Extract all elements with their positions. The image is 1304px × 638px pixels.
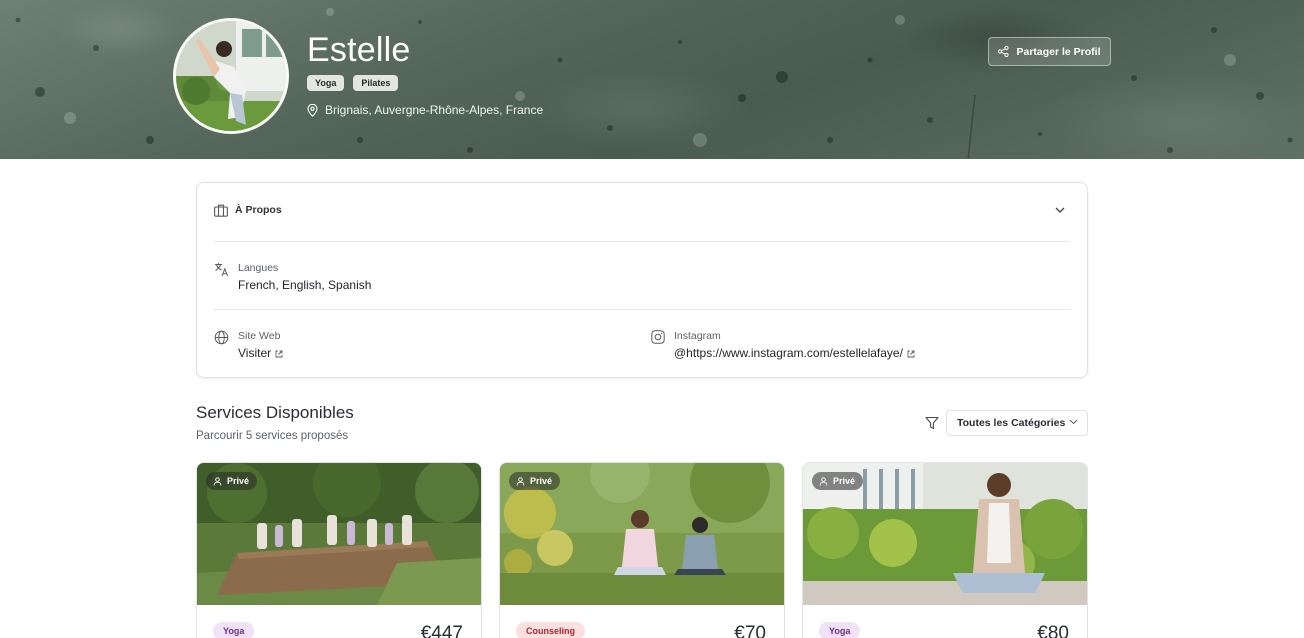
category-select[interactable]: Toutes les Catégories <box>946 410 1088 436</box>
user-icon <box>516 476 525 486</box>
location-text: Brignais, Auvergne-Rhône-Alpes, France <box>325 103 544 117</box>
profile-avatar <box>173 18 289 134</box>
category-select-value: Toutes les Catégories <box>957 417 1066 429</box>
translate-icon <box>215 263 229 277</box>
private-badge-label: Privé <box>530 476 553 486</box>
about-card: À Propos Langues French, English, Spanis… <box>196 182 1088 378</box>
service-category-tag: Yoga <box>213 622 255 638</box>
filter-icon[interactable] <box>925 416 939 430</box>
languages-label: Langues <box>238 262 279 274</box>
about-header[interactable]: À Propos <box>214 200 1070 220</box>
languages-value: French, English, Spanish <box>238 278 372 292</box>
website-link[interactable]: Visiter <box>238 346 283 361</box>
services-title: Services Disponibles <box>196 403 354 422</box>
website-link-text: Visiter <box>238 346 272 360</box>
tag-pilates: Pilates <box>353 75 399 91</box>
service-category-tag: Yoga <box>819 622 861 638</box>
service-card[interactable]: Privé Counseling €70 <box>499 462 785 638</box>
share-profile-label: Partager le Profil <box>1016 45 1101 58</box>
external-link-icon <box>907 350 915 357</box>
service-price: €80 <box>1037 623 1069 638</box>
instagram-row: Instagram @https://www.instagram.com/est… <box>651 330 915 361</box>
languages-row: Langues French, English, Spanish <box>214 262 371 293</box>
private-badge-label: Privé <box>833 476 856 486</box>
profile-location: Brignais, Auvergne-Rhône-Alpes, France <box>307 103 543 117</box>
private-badge: Privé <box>206 472 258 490</box>
external-link-icon <box>275 350 283 357</box>
service-card[interactable]: Privé Yoga €80 <box>802 462 1088 638</box>
tag-yoga: Yoga <box>307 75 345 91</box>
private-badge: Privé <box>509 472 561 490</box>
service-price: €447 <box>420 623 463 638</box>
service-category-tag: Counseling <box>516 622 585 638</box>
services-subtitle: Parcourir 5 services proposés <box>196 430 349 442</box>
instagram-label: Instagram <box>674 330 721 342</box>
profile-header: Estelle Yoga Pilates Brignais, Auvergne-… <box>0 0 1304 159</box>
chevron-down-icon <box>1069 419 1078 425</box>
globe-icon <box>214 330 229 345</box>
website-label: Site Web <box>238 330 281 342</box>
website-row: Site Web Visiter <box>214 330 283 361</box>
divider <box>214 241 1070 242</box>
about-title: À Propos <box>235 204 282 216</box>
share-icon <box>998 46 1010 57</box>
instagram-icon <box>651 330 665 344</box>
private-badge-label: Privé <box>227 476 250 486</box>
user-icon <box>213 476 222 486</box>
instagram-link[interactable]: @https://www.instagram.com/estellelafaye… <box>674 346 915 361</box>
profile-tags: Yoga Pilates <box>307 75 399 91</box>
map-pin-icon <box>307 103 318 117</box>
collapse-toggle[interactable] <box>1050 200 1070 220</box>
briefcase-icon <box>214 204 228 217</box>
profile-name: Estelle <box>307 31 411 69</box>
service-card[interactable]: Privé Yoga €447 <box>196 462 482 638</box>
instagram-link-text: @https://www.instagram.com/estellelafaye… <box>674 346 903 360</box>
user-icon <box>819 476 828 486</box>
private-badge: Privé <box>812 472 864 490</box>
chevron-down-icon <box>1055 207 1065 213</box>
divider <box>214 309 1070 310</box>
service-price: €70 <box>734 623 766 638</box>
share-profile-button[interactable]: Partager le Profil <box>988 37 1111 66</box>
